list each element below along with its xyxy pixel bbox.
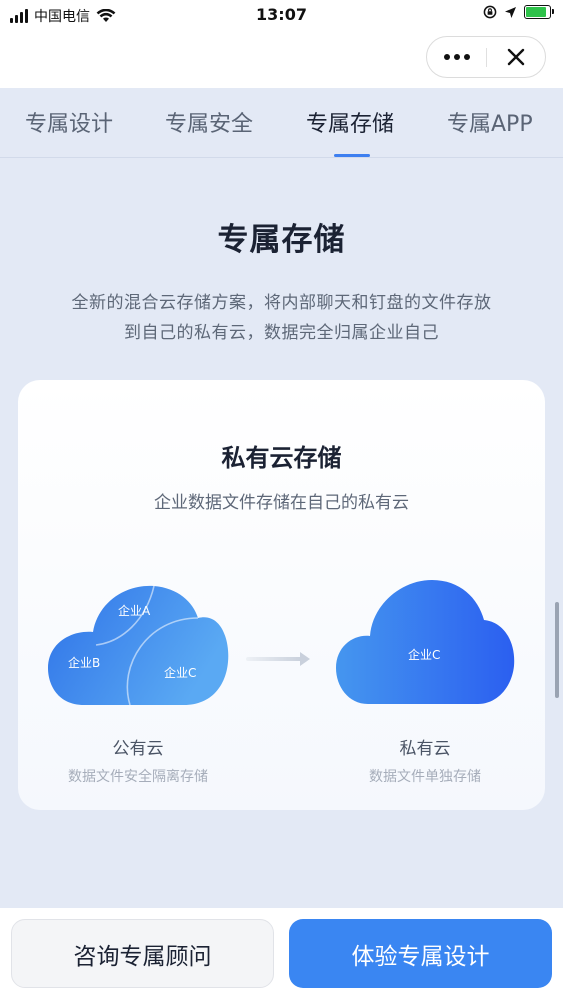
top-bar: 中国电信 13:07: [0, 0, 563, 88]
location-arrow-icon: [505, 6, 516, 18]
public-cloud-caption: 公有云: [112, 739, 164, 759]
cloud-label-a: 企业A: [118, 604, 151, 618]
tab-security[interactable]: 专属安全: [165, 106, 253, 138]
private-cloud-caption: 私有云: [399, 739, 451, 759]
active-tab-indicator: [334, 154, 370, 157]
private-cloud-caption-sub: 数据文件单独存储: [369, 769, 481, 785]
battery-icon: [524, 5, 554, 19]
mini-program-capsule: [426, 36, 546, 78]
try-design-button[interactable]: 体验专属设计: [289, 919, 552, 988]
public-cloud-caption-sub: 数据文件安全隔离存储: [68, 769, 208, 785]
scrollbar[interactable]: [555, 602, 559, 698]
private-cloud-icon: [336, 580, 515, 704]
status-time: 13:07: [256, 5, 307, 24]
storage-card: 私有云存储 企业数据文件存储在自己的私有云 企业A 企业B 企业C 企业C 公有…: [18, 380, 545, 810]
tab-design[interactable]: 专属设计: [25, 106, 113, 138]
arrow-right-icon: [246, 652, 310, 666]
close-icon[interactable]: [487, 37, 545, 77]
bottom-action-bar: 咨询专属顾问 体验专属设计: [0, 908, 563, 1000]
orientation-lock-icon: [483, 5, 497, 19]
tab-storage[interactable]: 专属存储: [306, 106, 394, 138]
tab-bar: 专属设计 专属安全 专属存储 专属APP: [0, 88, 563, 158]
section-description-line2: 到自己的私有云，数据完全归属企业自己: [124, 323, 439, 343]
cloud-label-c: 企业C: [164, 666, 197, 680]
cloud-label-b: 企业B: [68, 656, 101, 670]
status-right: [483, 5, 554, 19]
more-dots-icon[interactable]: [427, 37, 487, 77]
consult-advisor-button[interactable]: 咨询专属顾问: [11, 919, 274, 988]
private-cloud-label: 企业C: [408, 648, 441, 662]
section-description-line1: 全新的混合云存储方案，将内部聊天和钉盘的文件存放: [71, 293, 492, 313]
tab-app[interactable]: 专属APP: [447, 106, 533, 138]
section-title: 专属存储: [217, 222, 346, 258]
status-bar: 中国电信 13:07: [0, 0, 563, 30]
